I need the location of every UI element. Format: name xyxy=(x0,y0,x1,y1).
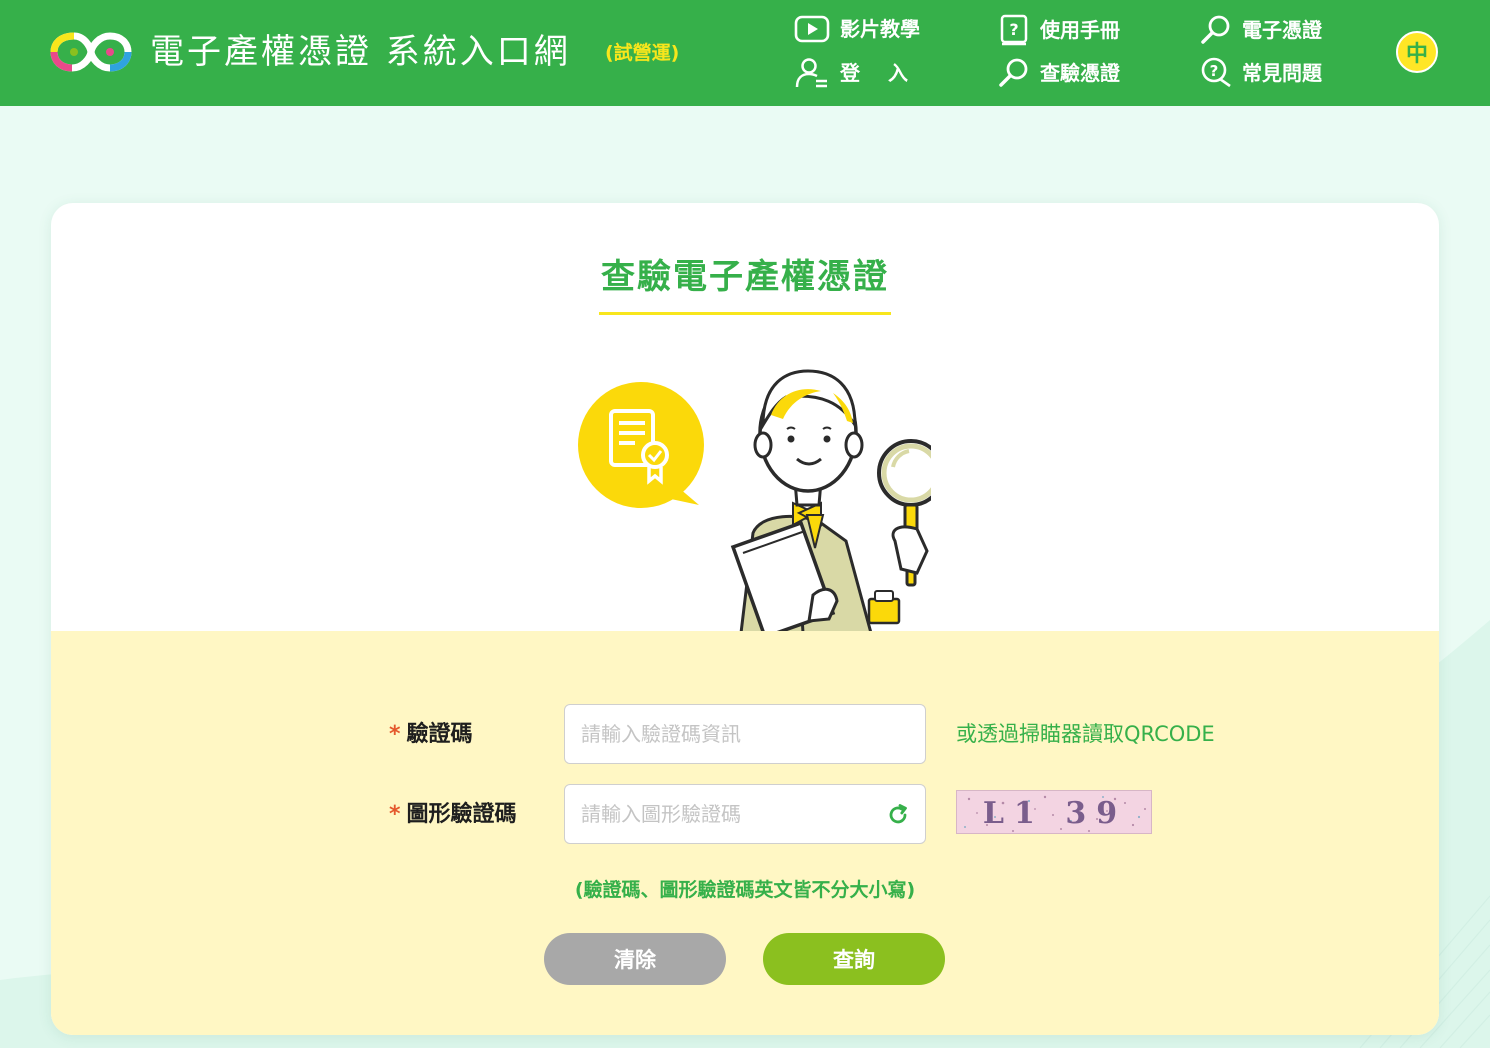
nav-video-tutorial[interactable]: 影片教學 xyxy=(794,14,920,44)
verification-code-label: * 驗證碼 xyxy=(389,720,473,750)
nav-cert-label: 電子憑證 xyxy=(1242,18,1322,42)
site-title: 電子產權憑證 系統入口網 xyxy=(150,32,571,72)
nav-faq[interactable]: ? 常見問題 xyxy=(1200,57,1322,89)
nav-login[interactable]: 登入 xyxy=(794,57,936,89)
nav-e-certificate[interactable]: 電子憑證 xyxy=(1200,14,1322,46)
nav-user-manual[interactable]: ? 使用手冊 xyxy=(998,14,1120,46)
verification-code-field[interactable] xyxy=(564,704,926,764)
qr-scanner-hint: 或透過掃瞄器讀取QRCODE xyxy=(956,722,1215,746)
captcha-code: L1 39 xyxy=(982,795,1128,831)
nav-verify-certificate[interactable]: 查驗憑證 xyxy=(998,57,1120,89)
required-mark: * xyxy=(389,722,401,747)
trial-badge: (試營運) xyxy=(605,42,680,64)
captcha-field[interactable] xyxy=(564,784,926,844)
captcha-input[interactable] xyxy=(565,785,925,843)
magnifier-icon xyxy=(1201,15,1230,44)
refresh-icon[interactable] xyxy=(883,800,913,830)
query-button[interactable]: 查詢 xyxy=(763,933,945,985)
user-icon xyxy=(795,58,827,88)
site-header: 電子產權憑證 系統入口網 (試營運) 影片教學 登入 ? 使用手冊 查驗憑證 電… xyxy=(0,0,1490,106)
captcha-image: L1 39 xyxy=(956,790,1152,834)
nav-manual-label: 使用手冊 xyxy=(1040,18,1120,42)
infinity-logo-icon[interactable] xyxy=(50,28,132,76)
captcha-label-text: 圖形驗證碼 xyxy=(406,802,517,827)
query-form: *驗證碼 或透過掃瞄器讀取QRCODE *圖形驗證碼 xyxy=(51,631,1439,1035)
verification-code-label-text: 驗證碼 xyxy=(406,722,473,747)
svg-text:?: ? xyxy=(1009,20,1018,39)
nav-faq-label: 常見問題 xyxy=(1242,61,1322,85)
inspector-illustration xyxy=(578,369,931,631)
svg-text:?: ? xyxy=(1210,62,1219,80)
nav-video-label: 影片教學 xyxy=(840,17,920,41)
play-icon xyxy=(794,15,830,43)
page-title: 查驗電子產權憑證 xyxy=(601,257,889,297)
nav-verify-label: 查驗憑證 xyxy=(1040,61,1120,85)
clear-button[interactable]: 清除 xyxy=(544,933,726,985)
nav-login-label: 登入 xyxy=(840,61,936,85)
captcha-label: * 圖形驗證碼 xyxy=(389,800,517,830)
case-insensitive-hint: (驗證碼、圖形驗證碼英文皆不分大小寫) xyxy=(574,879,916,901)
required-mark: * xyxy=(389,802,401,827)
question-bubble-icon: ? xyxy=(1201,57,1231,88)
verification-code-input[interactable] xyxy=(565,705,925,763)
manual-help-icon: ? xyxy=(1000,14,1028,46)
magnifier-icon xyxy=(999,58,1028,87)
language-button[interactable]: 中 xyxy=(1396,31,1438,73)
title-underline xyxy=(599,312,891,315)
verify-card: 查驗電子產權憑證 * 驗證碼 請輸入驗證碼資訊 或透過掃瞄器讀取QRCODE *… xyxy=(51,203,1439,1035)
